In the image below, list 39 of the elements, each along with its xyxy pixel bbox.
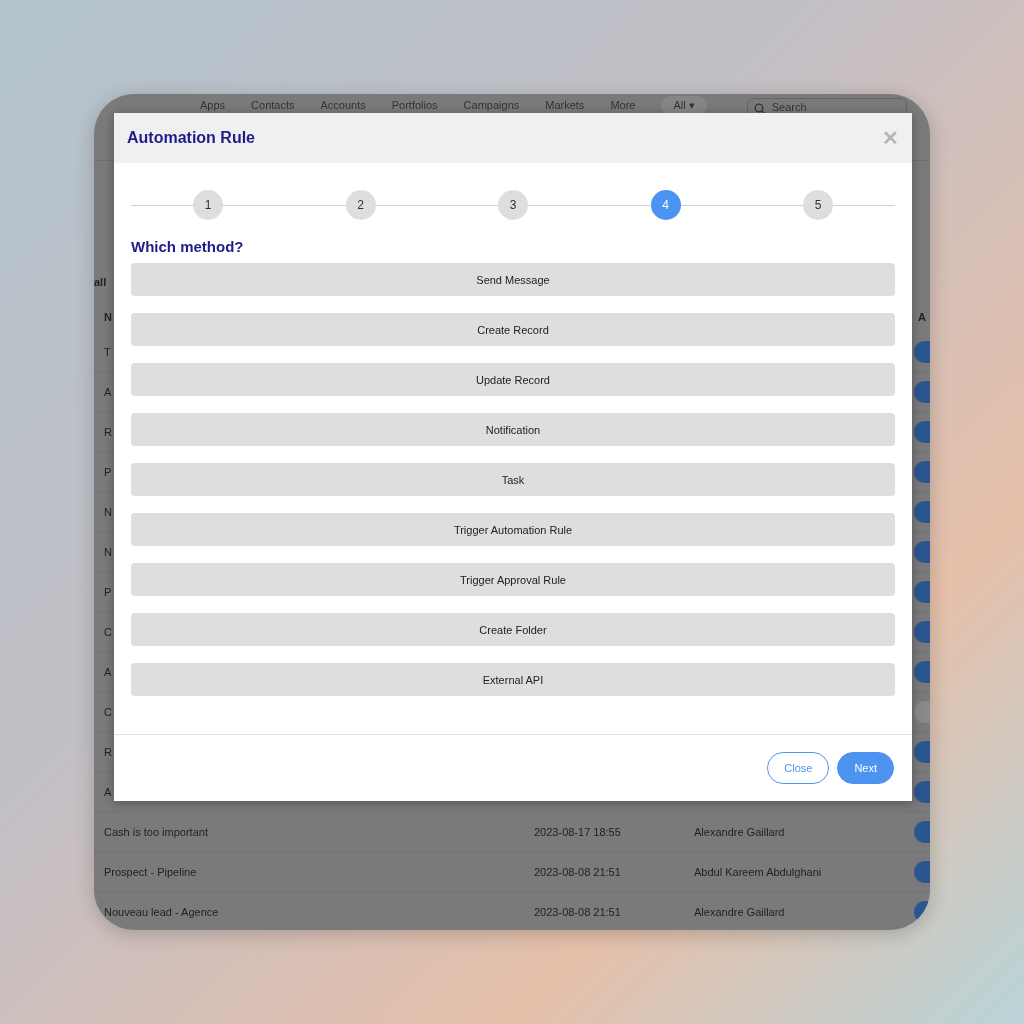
table-cell: T <box>104 345 111 358</box>
method-option[interactable]: Trigger Approval Rule <box>131 563 895 596</box>
table-cell: A <box>104 385 112 398</box>
method-option[interactable]: External API <box>131 663 895 696</box>
step-indicator[interactable]: 1 <box>193 190 223 220</box>
table-cell: Alexandre Gaillard <box>694 905 785 918</box>
table-cell: P <box>104 585 112 598</box>
column-header: N <box>104 311 112 323</box>
method-option[interactable]: Create Folder <box>131 613 895 646</box>
table-cell: Alexandre Gaillard <box>694 825 785 838</box>
table-cell: P <box>104 465 112 478</box>
table-cell: 2023-08-08 21:51 <box>534 865 621 878</box>
table-cell: N <box>104 505 112 518</box>
method-option[interactable]: Update Record <box>131 363 895 396</box>
table-cell: Abdul Kareem Abdulghani <box>694 865 822 878</box>
table-cell: 2023-08-17 18:55 <box>534 825 621 838</box>
method-option[interactable]: Task <box>131 463 895 496</box>
dialog-title: Automation Rule <box>127 129 255 147</box>
column-header: A <box>918 311 926 323</box>
method-option[interactable]: Send Message <box>131 263 895 296</box>
method-option[interactable]: Create Record <box>131 313 895 346</box>
table-cell: 2023-08-08 21:51 <box>534 905 621 918</box>
table-cell: R <box>104 425 112 438</box>
table-cell: C <box>104 705 112 718</box>
table-cell: Prospect - Pipeline <box>104 865 197 878</box>
method-option[interactable]: Trigger Automation Rule <box>131 513 895 546</box>
list-title: all <box>94 276 107 290</box>
table-cell: Cash is too important <box>104 825 208 838</box>
table-cell: Nouveau lead - Agence <box>104 905 219 918</box>
section-heading: Which method? <box>131 238 245 257</box>
table-cell: A <box>104 665 112 678</box>
step-indicator[interactable]: 5 <box>803 190 833 220</box>
table-cell: R <box>104 745 112 758</box>
table-cell: N <box>104 545 112 558</box>
step-indicator[interactable]: 2 <box>345 190 376 220</box>
table-cell: A <box>104 785 112 798</box>
table-cell: C <box>104 625 112 638</box>
step-indicator[interactable]: 3 <box>498 190 528 220</box>
method-option[interactable]: Notification <box>131 413 895 446</box>
